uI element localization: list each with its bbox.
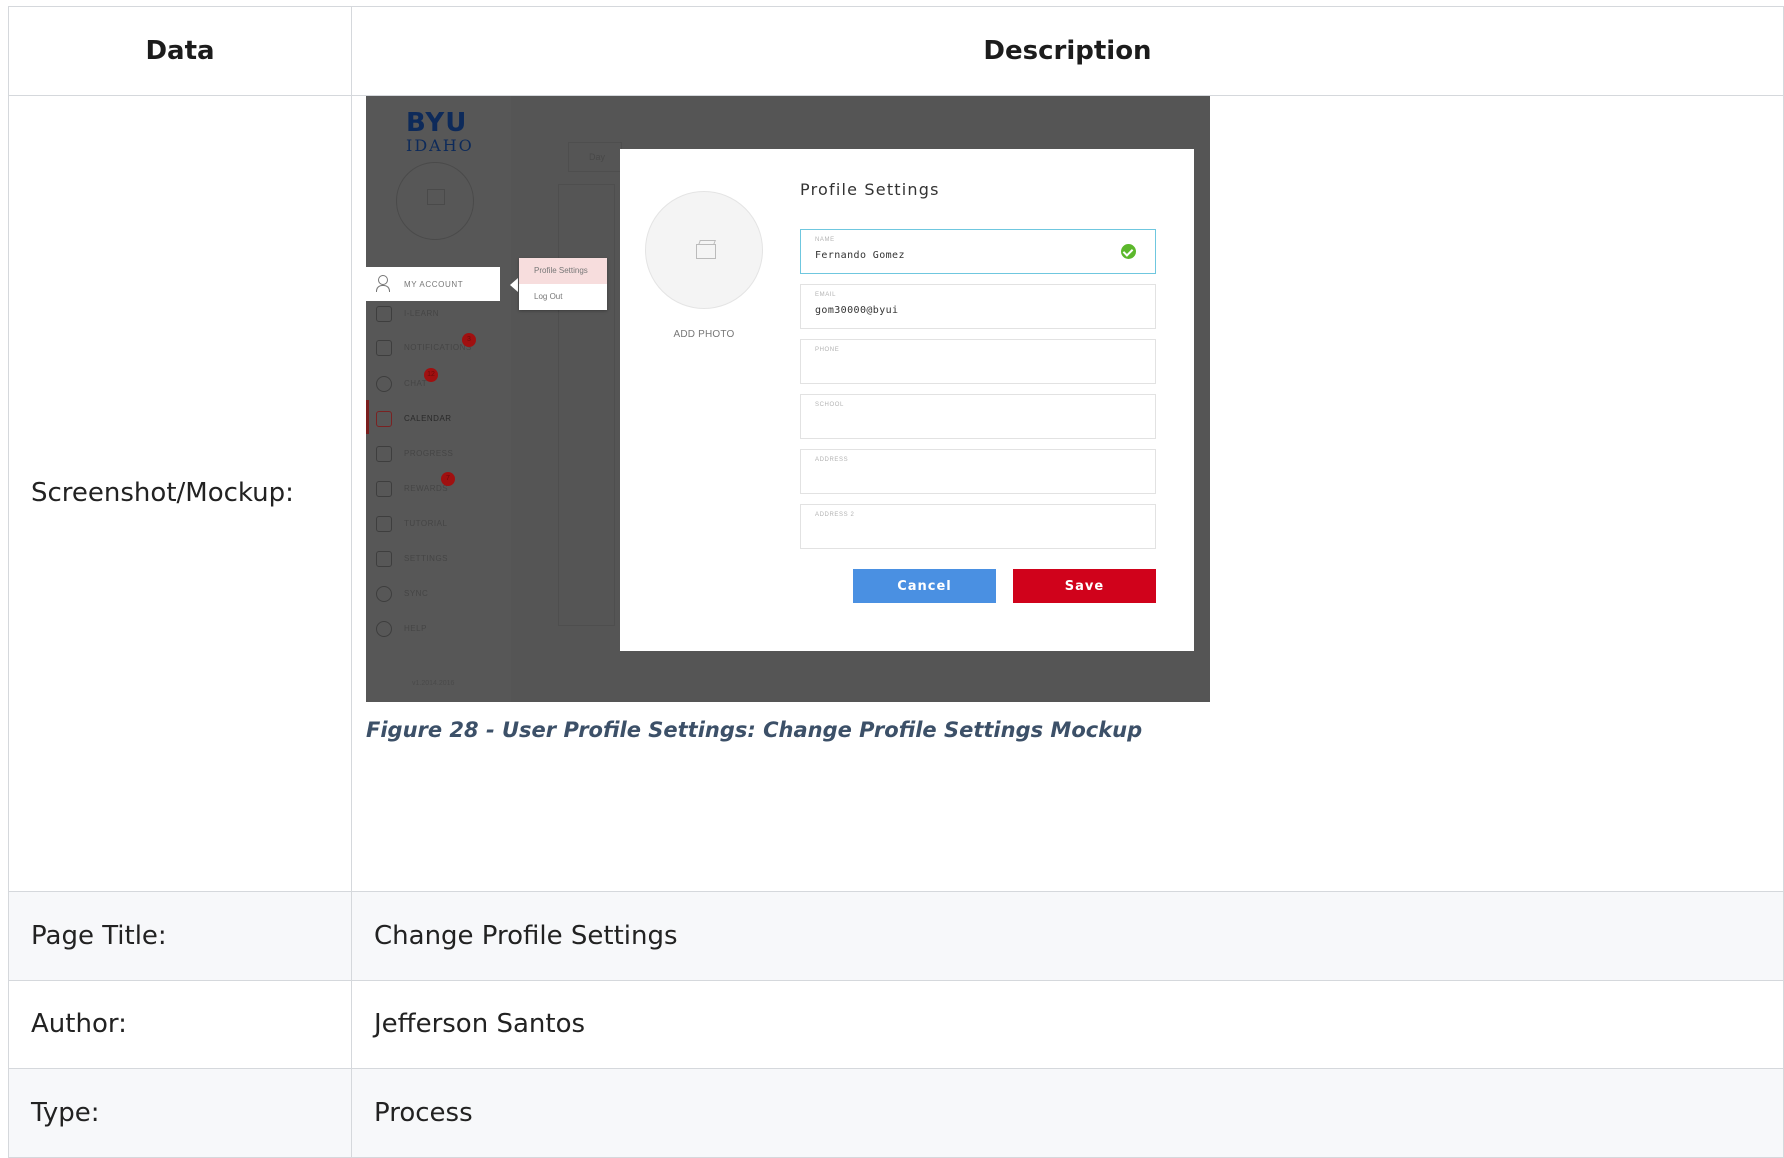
logo-subtitle: IDAHO (406, 136, 474, 155)
sidebar-item-calendar[interactable]: CALENDAR (366, 409, 511, 433)
author-value: Jefferson Santos (351, 979, 1784, 1070)
field-value: gom30000@byui (815, 305, 899, 316)
camera-icon (427, 189, 445, 205)
save-button[interactable]: Save (1013, 569, 1156, 603)
sidebar-item-chat[interactable]: CHAT 12 (366, 368, 511, 398)
photo-upload[interactable] (645, 191, 763, 309)
sidebar-item-help[interactable]: HELP (366, 619, 511, 643)
page-title-value: Change Profile Settings (351, 890, 1784, 981)
calendar-panel (558, 184, 615, 626)
address-field[interactable]: ADDRESS (800, 449, 1156, 494)
name-field[interactable]: NAME Fernando Gomez (800, 229, 1156, 274)
play-icon (376, 516, 392, 532)
table-row: Author: Jefferson Santos (8, 979, 1784, 1070)
sidebar-item-label: HELP (404, 624, 427, 633)
table-row: Page Title: Change Profile Settings (8, 890, 1784, 981)
cancel-button[interactable]: Cancel (853, 569, 996, 603)
photo-icon (696, 240, 716, 259)
field-label: NAME (815, 237, 835, 243)
field-label: ADDRESS (815, 457, 849, 463)
sidebar-item-settings[interactable]: SETTINGS (366, 549, 511, 573)
menu-item-profile-settings[interactable]: Profile Settings (519, 258, 607, 284)
sidebar: BYU IDAHO I-LEARN NOTIFICATIONS 3 CHAT 1… (366, 96, 511, 702)
menu-caret (510, 278, 518, 292)
phone-field[interactable]: PHONE (800, 339, 1156, 384)
sidebar-item-label: CHAT (404, 379, 428, 388)
add-photo-label[interactable]: ADD PHOTO (645, 329, 763, 340)
check-icon (1121, 244, 1136, 259)
field-value: Fernando Gomez (815, 250, 905, 261)
sidebar-item-label: SETTINGS (404, 554, 449, 563)
rewards-badge: 7 (441, 472, 455, 486)
home-icon (376, 306, 392, 322)
sidebar-item-label: CALENDAR (404, 414, 452, 423)
menu-item-log-out[interactable]: Log Out (519, 284, 607, 310)
sidebar-item-label: NOTIFICATIONS (404, 343, 472, 352)
school-field[interactable]: SCHOOL (800, 394, 1156, 439)
table-header-row: Data Description (8, 6, 1784, 96)
sidebar-item-label: MY ACCOUNT (404, 280, 464, 289)
sync-icon (376, 586, 392, 602)
trophy-icon (376, 481, 392, 497)
field-label: PHONE (815, 347, 840, 353)
row-label: Screenshot/Mockup: (8, 94, 352, 892)
sidebar-item-tutorial[interactable]: TUTORIAL (366, 514, 511, 538)
row-label: Author: (8, 979, 352, 1070)
address2-field[interactable]: ADDRESS 2 (800, 504, 1156, 549)
help-icon (376, 621, 392, 637)
sidebar-item-rewards[interactable]: REWARDS 7 (366, 472, 511, 503)
row-label: Page Title: (8, 890, 352, 981)
user-icon (376, 275, 390, 292)
figure-caption: Figure 28 - User Profile Settings: Chang… (366, 718, 1143, 742)
email-field[interactable]: EMAIL gom30000@byui (800, 284, 1156, 329)
day-view-button[interactable]: Day (568, 142, 622, 172)
header-description: Description (351, 6, 1784, 96)
chat-icon (376, 376, 392, 392)
type-value: Process (351, 1068, 1784, 1158)
sidebar-item-label: TUTORIAL (404, 519, 448, 528)
chart-icon (376, 446, 392, 462)
field-label: EMAIL (815, 292, 837, 298)
row-label: Type: (8, 1068, 352, 1158)
chat-badge: 12 (424, 368, 438, 382)
sidebar-item-sync[interactable]: SYNC (366, 584, 511, 608)
sidebar-item-my-account[interactable]: MY ACCOUNT (366, 267, 500, 301)
mockup-screenshot: BYU IDAHO I-LEARN NOTIFICATIONS 3 CHAT 1… (366, 96, 1210, 702)
logo: BYU (406, 108, 468, 138)
avatar[interactable] (396, 162, 474, 240)
sidebar-item-label: REWARDS (404, 484, 449, 493)
version-text: v1.2014.2016 (412, 680, 455, 687)
table-row: Type: Process (8, 1068, 1784, 1158)
sidebar-item-label: SYNC (404, 589, 429, 598)
sidebar-item-label: PROGRESS (404, 449, 454, 458)
sidebar-item-ilearn[interactable]: I-LEARN (366, 304, 511, 328)
sidebar-item-label: I-LEARN (404, 309, 440, 318)
header-data: Data (8, 6, 352, 96)
sliders-icon (376, 551, 392, 567)
field-label: ADDRESS 2 (815, 512, 855, 518)
sidebar-item-notifications[interactable]: NOTIFICATIONS 3 (366, 333, 511, 362)
account-menu: Profile Settings Log Out (519, 258, 607, 310)
sidebar-item-progress[interactable]: PROGRESS (366, 444, 511, 468)
field-label: SCHOOL (815, 402, 844, 408)
profile-settings-modal: ADD PHOTO Profile Settings NAME Fernando… (620, 149, 1194, 651)
calendar-icon (376, 411, 392, 427)
modal-title: Profile Settings (800, 180, 940, 199)
mail-icon (376, 340, 392, 356)
notification-badge: 3 (462, 333, 476, 347)
